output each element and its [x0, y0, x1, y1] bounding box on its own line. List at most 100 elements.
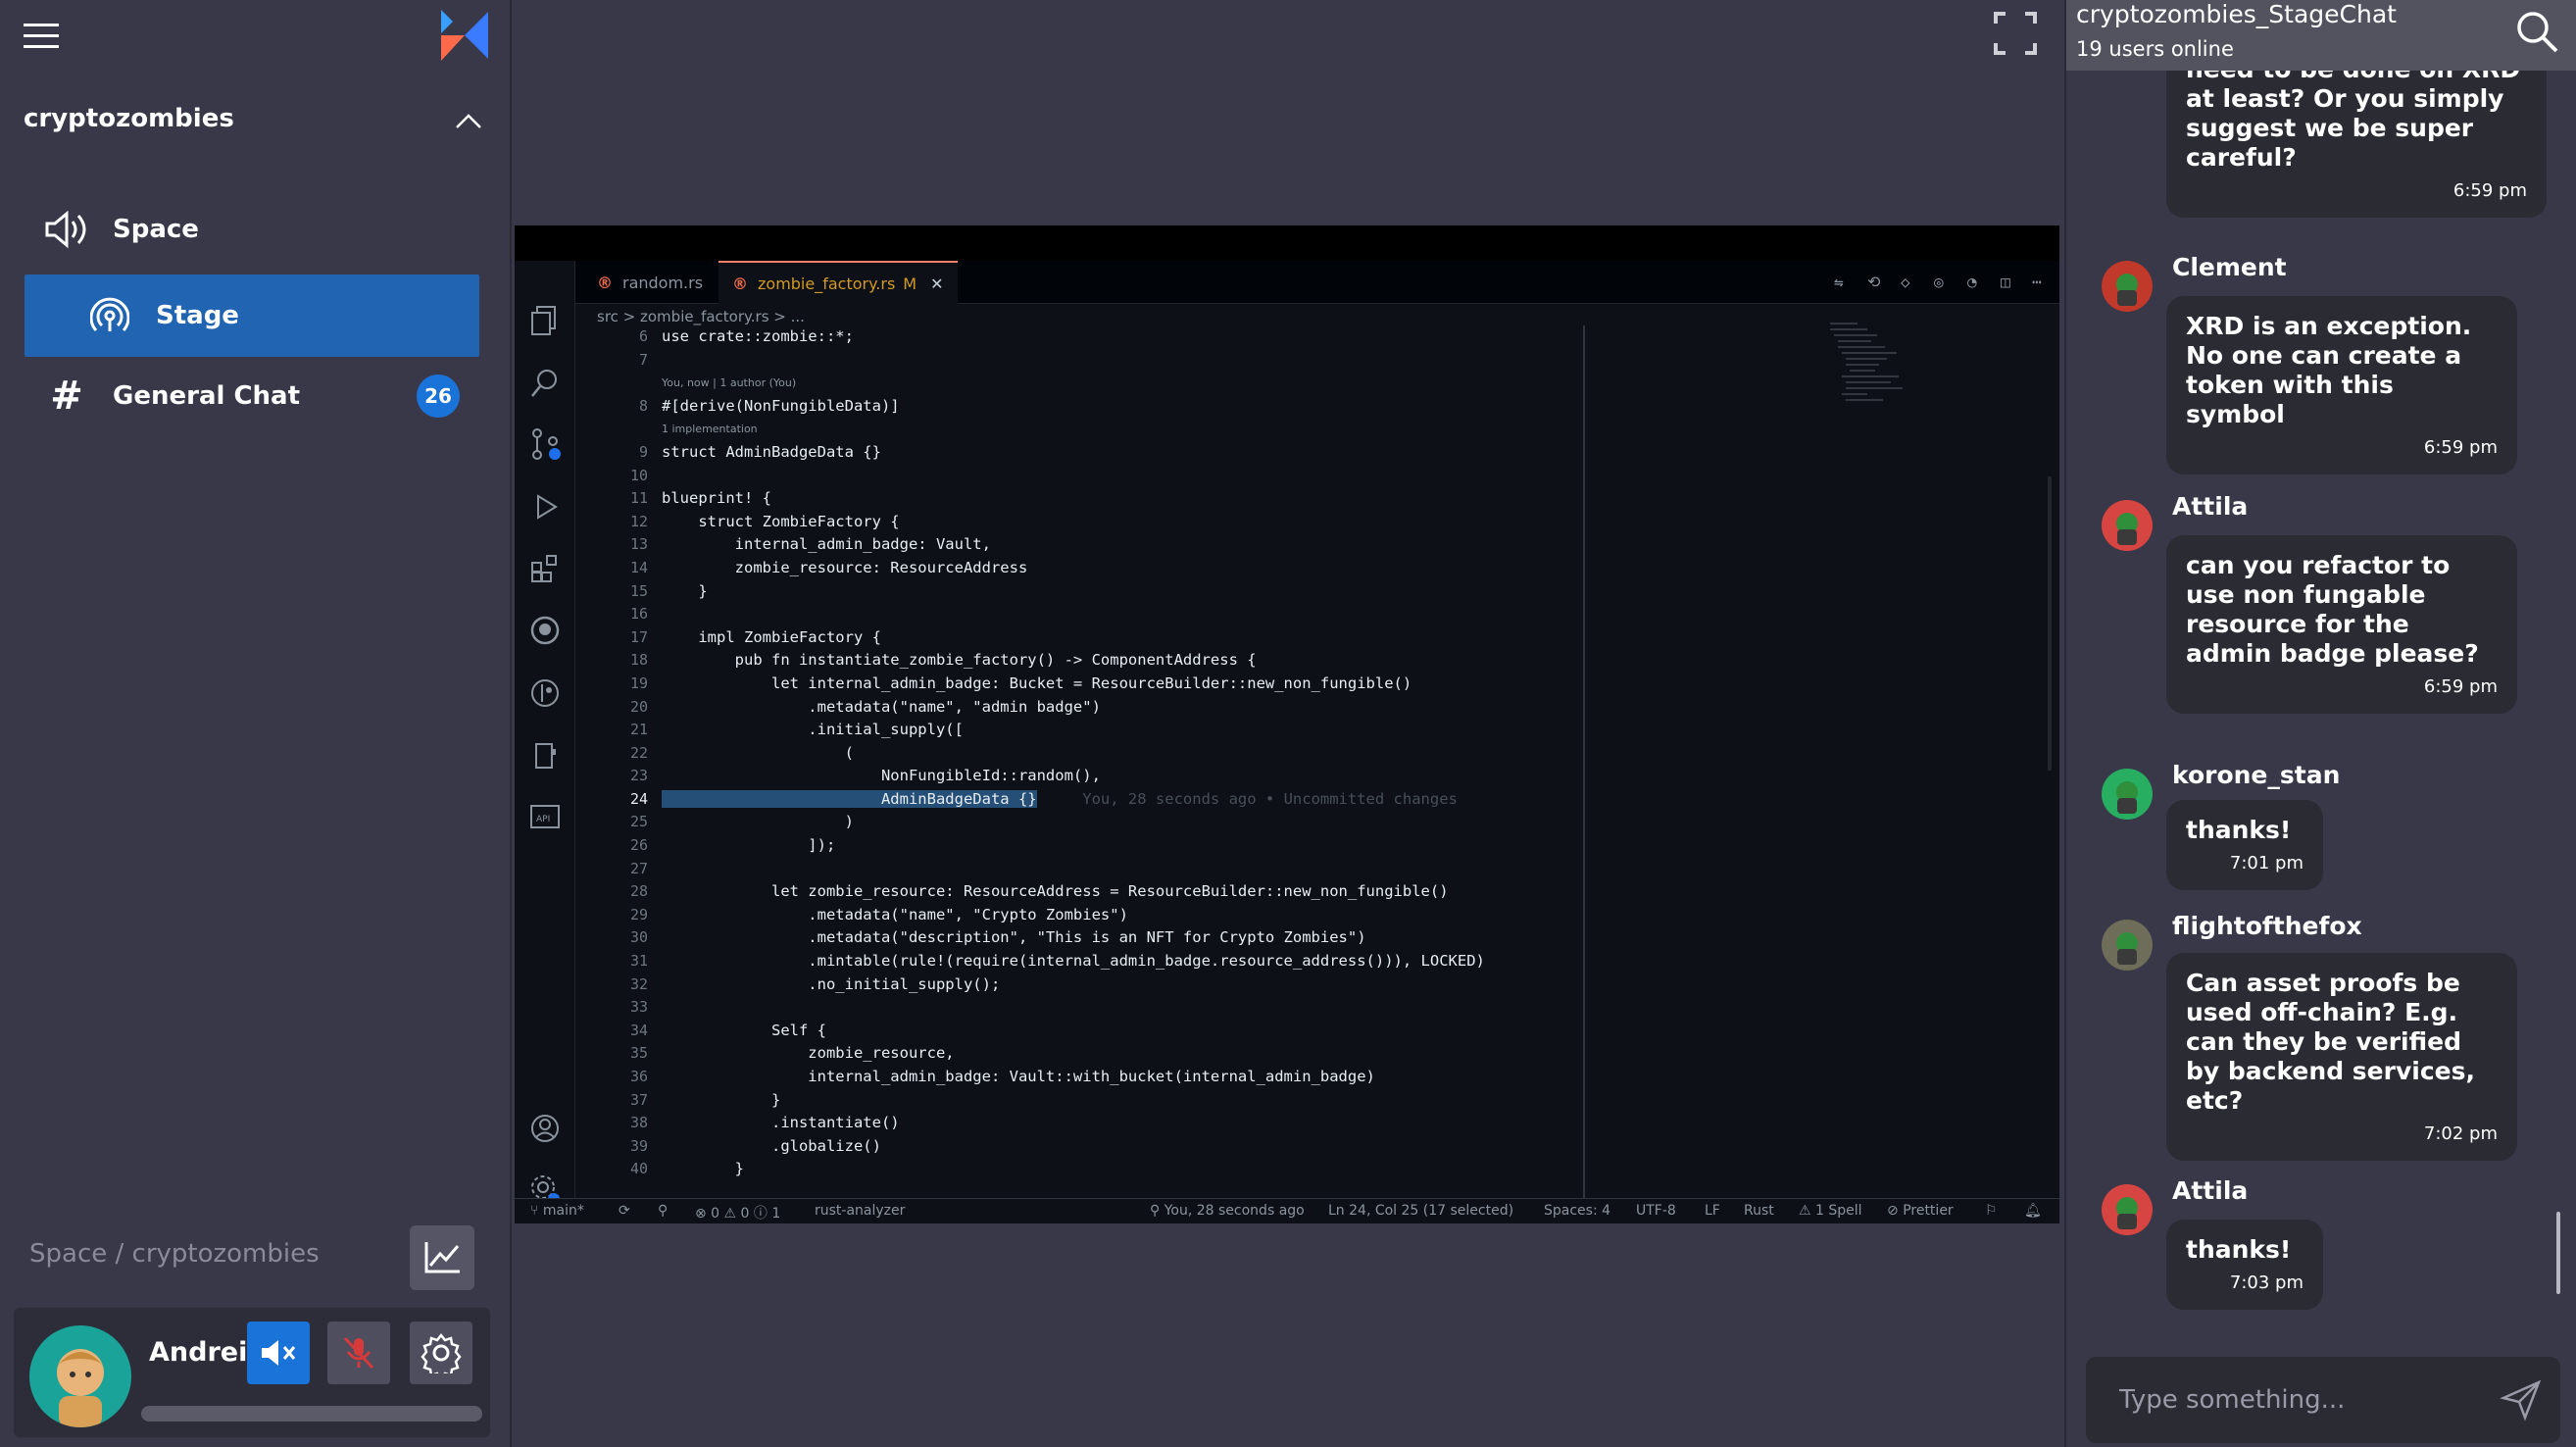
code-text: .instantiate() [662, 1114, 900, 1132]
device-icon[interactable] [528, 739, 562, 773]
source-control-icon[interactable] [528, 427, 562, 461]
hamburger-menu-icon[interactable] [22, 20, 61, 53]
fullscreen-icon[interactable] [1992, 10, 2039, 57]
line-number [575, 418, 658, 441]
codelens-annotation[interactable]: You, now | 1 author (You) [662, 372, 1642, 395]
code-text: struct ZombieFactory { [662, 512, 900, 530]
next-change-icon[interactable]: ◎ [1934, 273, 1954, 292]
branch-status[interactable]: ⑂ main* [530, 1203, 584, 1219]
compare-icon[interactable]: ⇋ [1834, 273, 1854, 292]
message-text: thanks! [2186, 1235, 2292, 1264]
sidebar-item-general-chat[interactable]: # General Chat 26 [25, 355, 479, 437]
minimap[interactable] [1828, 320, 1907, 437]
message-time: 6:59 pm [2423, 676, 2498, 697]
user-settings-button[interactable] [410, 1322, 472, 1384]
chat-scrollbar[interactable] [2556, 1212, 2560, 1294]
sidebar-item-stage[interactable]: Stage [25, 274, 479, 357]
code-line: internal_admin_badge: Vault, [662, 533, 1642, 557]
line-number: 11 [629, 489, 648, 508]
line-number: 34 [629, 1021, 648, 1039]
code-text: } [662, 581, 708, 600]
problems-status[interactable]: ⊗ 0 ⚠ 0 ⓘ 1 [695, 1203, 780, 1222]
language-status[interactable]: Rust [1744, 1203, 1774, 1219]
prettier-status[interactable]: ⊘ Prettier [1887, 1203, 1954, 1219]
cursor-position[interactable]: Ln 24, Col 25 (17 selected) [1328, 1203, 1513, 1219]
spell-status[interactable]: ⚠ 1 Spell [1799, 1203, 1862, 1219]
revert-icon[interactable]: ⟲ [1867, 273, 1887, 292]
avatar[interactable] [2102, 1184, 2153, 1235]
avatar[interactable] [2102, 261, 2153, 312]
message-input[interactable] [2117, 1376, 2490, 1423]
message-text: thanks! [2186, 816, 2292, 844]
line-number: 27 [629, 859, 648, 877]
message-time: 6:59 pm [2452, 180, 2527, 201]
code-text: NonFungibleId::random(), [662, 767, 1101, 785]
extensions-icon[interactable] [528, 551, 562, 584]
chevron-up-icon[interactable] [451, 106, 486, 135]
avatar[interactable] [2102, 769, 2153, 820]
code-line: pub fn instantiate_zombie_factory() -> C… [662, 649, 1642, 673]
code-line: blueprint! { [662, 487, 1642, 511]
search-icon[interactable] [528, 367, 562, 400]
more-actions-icon[interactable]: ⋯ [2032, 273, 2052, 292]
code-line: .globalize() [662, 1135, 1642, 1159]
sidebar-item-label: General Chat [113, 381, 301, 411]
editor-scrollbar[interactable] [2048, 476, 2052, 771]
split-editor-icon[interactable]: ◫ [2001, 273, 2020, 292]
line-number: 36 [629, 1068, 648, 1085]
blame-status[interactable]: ⚲ You, 28 seconds ago [1150, 1203, 1305, 1219]
code-line: let zombie_resource: ResourceAddress = R… [662, 880, 1642, 904]
indent-status[interactable]: Spaces: 4 [1544, 1203, 1610, 1219]
line-number: 6 [638, 327, 648, 345]
speaker-muted-icon [262, 1340, 296, 1366]
analyzer-status[interactable]: rust-analyzer [815, 1203, 905, 1219]
breadcrumb: src > zombie_factory.rs > ... [597, 308, 805, 325]
github-icon[interactable] [528, 614, 562, 647]
code-area[interactable]: use crate::zombie::*; You, now | 1 author… [662, 325, 1642, 1181]
account-icon[interactable] [528, 1112, 562, 1145]
message-author: Clement [2172, 253, 2287, 281]
code-text: .metadata("name", "admin badge") [662, 697, 1101, 716]
close-tab-icon[interactable]: ✕ [930, 274, 943, 293]
sync-icon[interactable]: ⟳ [619, 1203, 630, 1219]
sidebar-item-space[interactable]: Space [25, 188, 479, 271]
left-sidebar: cryptozombies Space Stage # General Chat… [0, 0, 512, 1447]
send-icon[interactable] [2500, 1378, 2543, 1422]
code-text: 1 implementation [662, 423, 758, 436]
stats-button[interactable] [410, 1225, 474, 1290]
git-graph-icon[interactable] [528, 676, 562, 710]
search-icon[interactable] [2513, 8, 2560, 55]
run-debug-icon[interactable] [528, 490, 562, 524]
timeline-icon[interactable]: ◔ [1967, 273, 1987, 292]
remote-icon[interactable]: ⚲ [658, 1203, 668, 1219]
line-number [575, 372, 658, 395]
prev-change-icon[interactable]: ◇ [1901, 273, 1920, 292]
message-composer [2086, 1357, 2560, 1443]
code-line: internal_admin_badge: Vault::with_bucket… [662, 1066, 1642, 1089]
avatar[interactable] [29, 1325, 131, 1427]
code-line: struct AdminBadgeData {} [662, 441, 1642, 465]
api-icon[interactable]: API [528, 800, 562, 833]
line-number: 26 [629, 836, 648, 855]
code-text: impl ZombieFactory { [662, 627, 881, 646]
files-icon[interactable] [528, 304, 562, 337]
eol-status[interactable]: LF [1705, 1203, 1720, 1219]
code-line: .initial_supply([ [662, 719, 1642, 742]
tab-random-rs[interactable]: ® random.rs [583, 261, 717, 304]
line-number: 40 [629, 1160, 648, 1178]
avatar[interactable] [2102, 500, 2153, 551]
tab-label: random.rs [622, 273, 704, 292]
code-text: Self { [662, 1021, 826, 1039]
notifications-icon[interactable]: 🔔︎ [2024, 1203, 2042, 1219]
encoding-status[interactable]: UTF-8 [1636, 1203, 1676, 1219]
volume-bar[interactable] [141, 1406, 482, 1422]
mute-audio-button[interactable] [247, 1322, 310, 1384]
codelens-annotation[interactable]: 1 implementation [662, 418, 1642, 441]
message-author: Attila [2172, 1176, 2249, 1205]
tab-zombie-factory-rs[interactable]: ® zombie_factory.rs M ✕ [718, 261, 958, 304]
feedback-icon[interactable]: ⚐ [1985, 1203, 1998, 1219]
microphone-toggle-button[interactable] [327, 1322, 390, 1384]
avatar[interactable] [2102, 920, 2153, 971]
message-bubble: Can asset proofs be used off-chain? E.g.… [2166, 953, 2517, 1161]
